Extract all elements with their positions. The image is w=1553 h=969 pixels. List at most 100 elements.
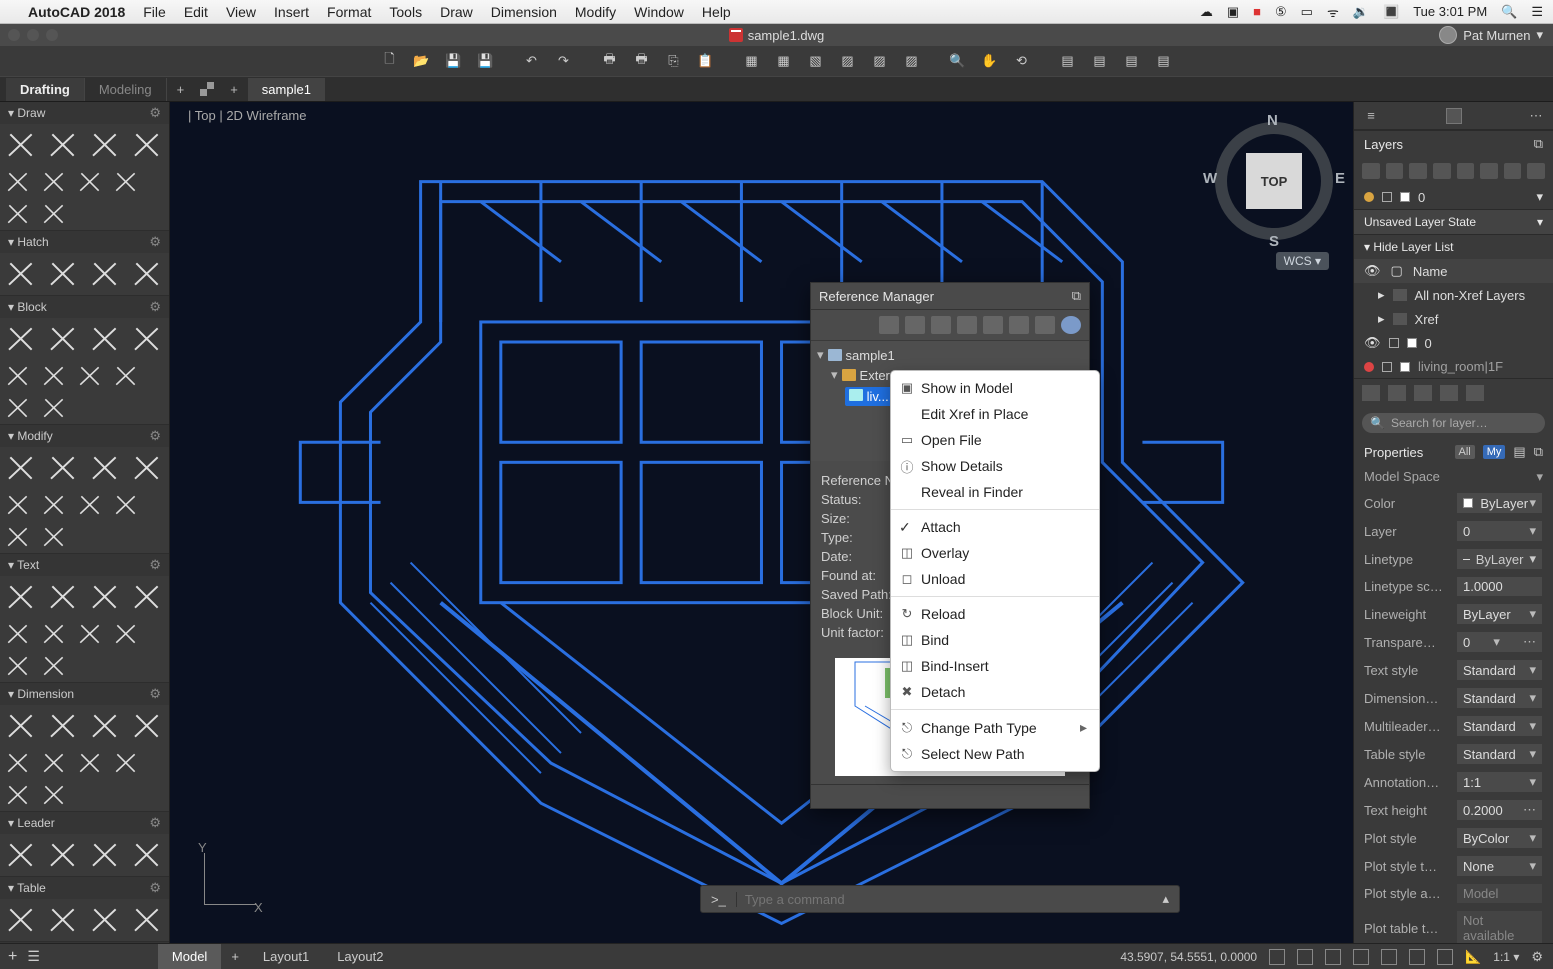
text-tool-0-0[interactable] (4, 580, 38, 614)
file-tab-sample1[interactable]: sample1 (248, 78, 325, 101)
dimension-tool-1-0[interactable] (4, 751, 32, 775)
ref-tool-refresh[interactable] (983, 316, 1003, 334)
volume-icon[interactable]: 🔉 (1353, 4, 1369, 20)
palette-arrow-icon[interactable]: ▾ Hatch (8, 235, 49, 249)
anno-scale-icon[interactable]: 📐 (1465, 949, 1481, 965)
text-tool-1-2[interactable] (76, 622, 104, 646)
dimension-tool-1-1[interactable] (40, 751, 68, 775)
gear-icon[interactable]: ⚙ (1531, 949, 1543, 965)
snap-icon[interactable] (1269, 949, 1285, 965)
xref-icon[interactable]: ▨ (839, 52, 857, 70)
stop-icon[interactable]: ▣ (1227, 4, 1239, 20)
layer-lock-icon[interactable] (1389, 338, 1399, 348)
layout-tab-1[interactable]: Layout1 (249, 944, 323, 969)
modify-tool-1-5[interactable] (40, 525, 68, 549)
props-filter-icon[interactable]: ▤ (1513, 444, 1525, 460)
prop-plot-style-t-[interactable]: Plot style t…None▾ (1354, 852, 1553, 880)
ctx-detach[interactable]: ✖Detach (891, 679, 1099, 705)
context-menu[interactable]: ▣Show in ModelEdit Xref in Place▭Open Fi… (890, 370, 1100, 772)
ref-panel-resize[interactable] (811, 784, 1089, 808)
dimension-tool-1-4[interactable] (4, 783, 32, 807)
prop-plot-table-t-[interactable]: Plot table t…Not available (1354, 907, 1553, 943)
dimension-tool-0-1[interactable] (46, 709, 80, 743)
props-popout-icon[interactable]: ⧉ (1534, 444, 1543, 460)
polar-icon[interactable] (1353, 949, 1369, 965)
menu-edit[interactable]: Edit (184, 4, 208, 20)
prop-multileader-[interactable]: Multileader…Standard▾ (1354, 712, 1553, 740)
text-tool-0-1[interactable] (46, 580, 80, 614)
block-tool-1-2[interactable] (76, 364, 104, 388)
hatch-tool-0-3[interactable] (130, 257, 164, 291)
cloud-icon[interactable]: ☁ (1200, 4, 1213, 20)
prop-color[interactable]: ColorByLayer▾ (1354, 489, 1553, 517)
new-icon[interactable]: 🗋 (381, 52, 399, 70)
gear-icon[interactable]: ⚙ (149, 686, 161, 702)
shield-icon[interactable]: ⑤ (1275, 4, 1287, 20)
save-icon[interactable]: 💾 (445, 52, 463, 70)
view-cube-s[interactable]: S (1269, 233, 1279, 250)
draw-tool-0-1[interactable] (46, 128, 80, 162)
grid-toggle-icon[interactable] (1297, 949, 1313, 965)
paste-icon[interactable]: 📋 (697, 52, 715, 70)
draw-tool-1-2[interactable] (76, 170, 104, 194)
dimension-tool-0-0[interactable] (4, 709, 38, 743)
gear-icon[interactable]: ⚙ (149, 815, 161, 831)
ctx-reload[interactable]: ↻Reload (891, 601, 1099, 627)
menu-window[interactable]: Window (634, 4, 684, 20)
draw-tool-1-3[interactable] (112, 170, 140, 194)
layer-search-input[interactable]: 🔍 Search for layer… (1362, 413, 1545, 433)
block-tool-0-3[interactable] (130, 322, 164, 356)
layer2-icon[interactable]: ▦ (775, 52, 793, 70)
layer-quick-5[interactable] (1466, 385, 1484, 401)
gear-icon[interactable]: ⚙ (149, 880, 161, 896)
properties-section[interactable]: Properties All My ▤ ⧉ (1354, 439, 1553, 465)
view-cube[interactable]: TOP N S W E (1209, 116, 1339, 246)
modify-tool-0-0[interactable] (4, 451, 38, 485)
modify-tool-1-2[interactable] (76, 493, 104, 517)
ref-tool-list[interactable] (1009, 316, 1029, 334)
block-tool-1-4[interactable] (4, 396, 32, 420)
command-input[interactable] (737, 892, 1153, 907)
layer-tool-6[interactable] (1480, 163, 1498, 179)
layers-tab-icon[interactable]: ≡ (1362, 107, 1380, 125)
ctx-unload[interactable]: ◻Unload (891, 566, 1099, 592)
print-icon[interactable]: 🖶 (601, 52, 619, 70)
modify-tool-0-1[interactable] (46, 451, 80, 485)
props4-icon[interactable]: ▤ (1155, 52, 1173, 70)
layer-row-0[interactable]: 👁 0 (1354, 331, 1553, 355)
display-icon[interactable]: ▭ (1301, 4, 1313, 20)
current-layer-row[interactable]: 0 ▾ (1354, 185, 1553, 209)
ctx-show-in-model[interactable]: ▣Show in Model (891, 375, 1099, 401)
hatch-tool-0-0[interactable] (4, 257, 38, 291)
text-tool-1-5[interactable] (40, 654, 68, 678)
block-tool-1-1[interactable] (40, 364, 68, 388)
layer-quick-1[interactable] (1362, 385, 1380, 401)
dimension-tool-0-3[interactable] (130, 709, 164, 743)
view-cube-w[interactable]: W (1203, 170, 1217, 187)
drawing-canvas[interactable]: | Top | 2D Wireframe TOP (170, 102, 1353, 943)
block-tool-1-5[interactable] (40, 396, 68, 420)
ctx-edit-xref-in-place[interactable]: Edit Xref in Place (891, 401, 1099, 427)
leader-tool-0-2[interactable] (88, 838, 122, 872)
draw-tool-0-0[interactable] (4, 128, 38, 162)
menu-file[interactable]: File (143, 4, 166, 20)
hatch-tool-0-2[interactable] (88, 257, 122, 291)
draw-tool-1-5[interactable] (40, 202, 68, 226)
table-tool-0-1[interactable] (46, 903, 80, 937)
prop-plot-style-a-[interactable]: Plot style a…Model (1354, 880, 1553, 907)
palette-arrow-icon[interactable]: ▾ Text (8, 558, 39, 572)
dimension-tool-1-5[interactable] (40, 783, 68, 807)
draw-tool-0-3[interactable] (130, 128, 164, 162)
block-tool-1-0[interactable] (4, 364, 32, 388)
ctx-select-new-path[interactable]: ⎋Select New Path (891, 741, 1099, 767)
prop-linetype-sc-[interactable]: Linetype sc…1.0000 (1354, 573, 1553, 600)
tab-add[interactable]: + (167, 78, 195, 101)
layer-tool-7[interactable] (1504, 163, 1522, 179)
popout-icon[interactable]: ⧉ (1072, 288, 1081, 304)
leader-tool-0-1[interactable] (46, 838, 80, 872)
props-icon[interactable]: ▤ (1059, 52, 1077, 70)
ctx-attach[interactable]: ✓Attach (891, 514, 1099, 540)
lwt-icon[interactable] (1437, 949, 1453, 965)
battery-icon[interactable]: 🔳 (1383, 4, 1399, 20)
palette-arrow-icon[interactable]: ▾ Leader (8, 816, 55, 830)
